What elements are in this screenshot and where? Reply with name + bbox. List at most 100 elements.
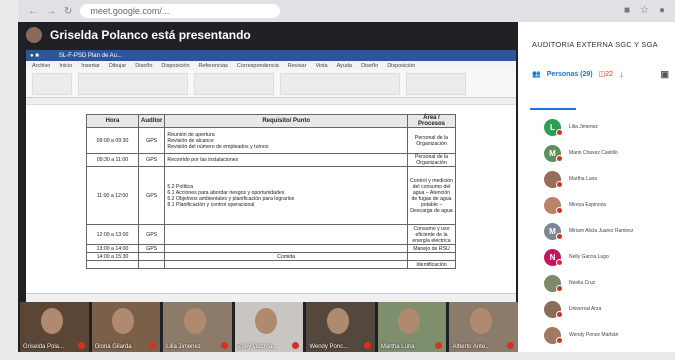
header-hora: Hora [86,114,139,128]
participant-name: Martha Luna [569,176,598,182]
header-auditor: Auditor [137,114,166,128]
back-icon[interactable]: ← [28,6,38,17]
participant-name: Miriam Alicia Juarez Ramirez [569,228,634,234]
participant-item[interactable]: Zoey Guzmán Castillo [544,348,675,352]
avatar [544,326,563,344]
participant-name: Universal Arza [569,306,602,312]
agenda-row: Identificación [86,260,456,269]
browser-bar: ← → ↻ meet.google.com/... ■ ☆ ● [18,0,675,22]
participant-item[interactable]: Mireya Espinoza [544,192,675,218]
muted-mic-icon [556,128,563,136]
muted-mic-icon [507,342,515,349]
tile-name: Griselda Pola... [23,344,65,350]
participant-item[interactable]: Universal Arza [544,296,675,322]
word-ribbon [26,70,516,98]
cell-proceso: Control y medición del consumo del agua … [407,166,456,225]
participant-item[interactable]: Noelia Cruz [544,270,675,296]
ribbon-tab[interactable]: Vista [315,63,327,69]
cell-auditor: GPS [137,153,166,167]
cell-punto: Reunión de apertura Revisión de alcance … [164,127,408,154]
extensions: ■ ☆ ● [624,5,665,16]
reload-icon[interactable]: ↻ [64,6,72,17]
tile-name: Lilia Jimenez [166,344,201,350]
word-titlebar: ● ■ SL-F-PSD Plan de Au... [26,50,516,61]
participant-video [183,308,206,334]
participant-item[interactable]: N Nelly Garcia Lugo [544,244,675,270]
word-title: SL-F-PSD Plan de Au... [58,52,122,59]
avatar-initial: M [549,226,556,236]
cell-hora: 09:30 a 11:00 [86,153,139,167]
video-tile[interactable]: Zoey Guzmá... [234,302,304,352]
muted-mic-icon [556,310,563,318]
chat-badge[interactable]: ◫22 [599,70,613,78]
participant-item[interactable]: M Miriam Alicia Juarez Ramirez [544,218,675,244]
participant-name: Nelly Garcia Lugo [569,254,609,260]
cell-proceso: Consumo y uso eficiente de la energía el… [407,224,456,245]
ribbon-tab[interactable]: Dibujar [109,63,126,69]
cell-hora: 12:00 a 13:00 [86,224,139,245]
muted-mic-icon [556,284,563,292]
avatar [544,196,563,214]
participant-item[interactable]: Martha Luna [544,166,675,192]
muted-mic-icon [556,258,563,266]
avatar-initial: N [549,252,556,262]
ribbon-tab[interactable]: Referencias [199,63,228,69]
video-tile[interactable]: Alberto Ante... [449,302,519,352]
cell-hora: 09:00 a 09:30 [86,127,139,154]
cell-auditor: GPS [137,166,166,225]
muted-mic-icon [220,342,228,349]
muted-mic-icon [435,342,443,349]
active-tab-indicator [530,108,576,110]
cell-proceso: Manejo de RSU [407,244,456,253]
cell-proceso: Identificación [407,260,456,269]
ribbon-tab[interactable]: Diseño [361,63,378,69]
avatar-initial: M [549,148,556,158]
video-tile[interactable]: Griselda Pola... [20,302,89,352]
participant-name: Mario Chavez Castillo [569,150,618,156]
participant-video [326,308,349,334]
ribbon-tab[interactable]: Correspondencia [237,63,279,69]
tab-people[interactable]: Personas (29) [547,71,593,78]
avatar [544,274,563,292]
participant-item[interactable]: M Mario Chavez Castillo [544,140,675,166]
ribbon-tab[interactable]: Disposición [387,63,415,69]
agenda-row: 11:00 a 12:00 GPS 5.2 Política 6.1 Accione… [86,166,456,225]
cell-hora: 14:00 a 15:30 [86,252,139,261]
extension-icon[interactable]: ■ [624,5,630,16]
video-tile[interactable]: Lilia Jimenez [163,302,232,352]
people-icon: 👥 [532,71,541,78]
cell-auditor [137,252,166,261]
video-strip: Griselda Pola... Gloria Gilarda Lilia Jime… [18,302,519,352]
styles-group [280,73,400,95]
ribbon-tab[interactable]: Disposición [161,63,189,69]
editing-group [406,73,466,95]
muted-mic-icon [149,342,157,349]
ribbon-tab[interactable]: Diseño [135,63,152,69]
ribbon-tab[interactable]: Inicio [59,63,72,69]
agenda-row: 14:00 a 15:30 Comida [86,252,456,261]
ribbon-tab[interactable]: Revisar [288,63,307,69]
url-field[interactable]: meet.google.com/... [80,4,281,18]
video-tile[interactable]: Martha Luna [377,302,447,352]
avatar: N [544,248,563,266]
activities-icon[interactable]: ▣ [660,69,669,80]
ribbon-tab[interactable]: Ayuda [337,63,353,69]
word-statusbar [26,293,516,302]
bookmark-icon[interactable]: ☆ [640,5,649,16]
agenda-row: 13:00 a 14:00 GPS Manejo de RSU [86,244,456,253]
cell-hora [86,260,139,269]
ribbon-tab[interactable]: Archivo [32,63,50,69]
panel-tabs: 👥 Personas (29) ◫22 ↓ ▣ [518,49,675,80]
forward-icon[interactable]: → [46,6,56,17]
participant-item[interactable]: L Lilia Jimenez [544,114,675,140]
video-tile[interactable]: Wendy Ponc... [306,302,375,352]
profile-icon[interactable]: ● [659,5,665,16]
muted-mic-icon [292,342,300,349]
avatar: M [544,144,563,162]
cell-hora: 11:00 a 12:00 [86,166,139,225]
header-proceso: Área / Procesos [407,114,456,128]
ribbon-tab[interactable]: Insertar [81,63,100,69]
video-tile[interactable]: Gloria Gilarda [91,302,161,352]
participant-item[interactable]: Wendy Ponce Marbán [544,322,675,348]
cell-punto [164,224,408,245]
